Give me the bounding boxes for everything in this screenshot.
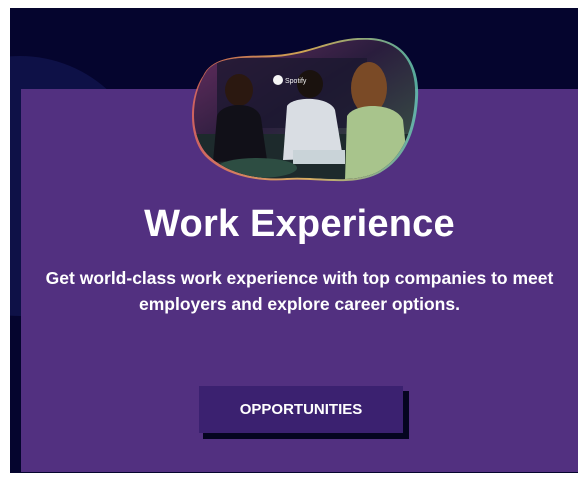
students-photo: Spotify bbox=[192, 38, 419, 182]
section-title: Work Experience bbox=[144, 203, 455, 245]
spotify-logo-text: Spotify bbox=[285, 78, 307, 85]
card-bottom-edge bbox=[10, 472, 578, 473]
hero-section: Spotify Work Experience Get world-class … bbox=[10, 8, 578, 473]
section-description: Get world-class work experience with top… bbox=[45, 268, 554, 314]
opportunities-button[interactable]: OPPORTUNITIES bbox=[199, 386, 403, 433]
